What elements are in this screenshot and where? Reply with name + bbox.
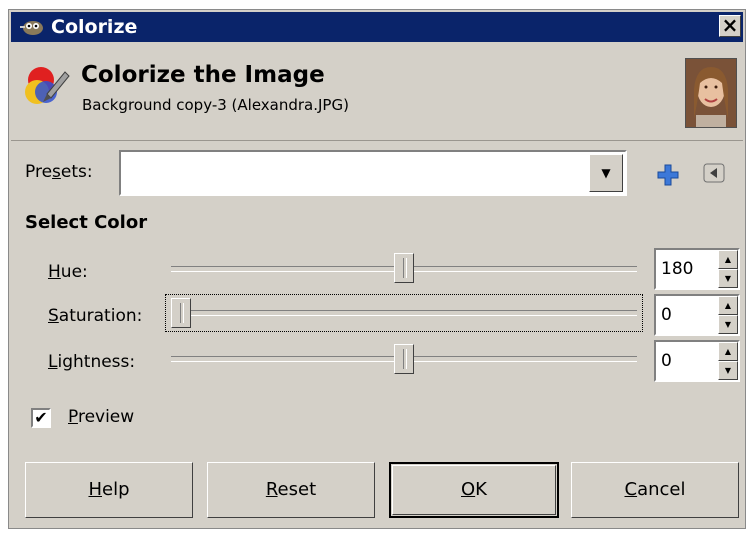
header-subtitle: Background copy-3 (Alexandra.JPG): [82, 96, 349, 114]
hue-value: 180: [661, 259, 694, 279]
cancel-button[interactable]: Cancel: [571, 462, 739, 518]
colorize-dialog: Colorize × Colorize the Image Background…: [8, 9, 746, 529]
reset-button[interactable]: Reset: [207, 462, 375, 518]
chevron-down-icon: ▼: [601, 166, 611, 180]
help-button[interactable]: Help: [25, 462, 193, 518]
presets-combobox[interactable]: ▼: [119, 150, 627, 196]
preview-label[interactable]: Preview: [68, 407, 134, 427]
lightness-slider-handle[interactable]: [394, 344, 414, 374]
lightness-value: 0: [661, 351, 672, 371]
checkmark-icon: ✔: [34, 408, 48, 427]
preview-checkbox[interactable]: ✔: [31, 408, 51, 428]
lightness-label: Lightness:: [48, 352, 136, 372]
dropdown-button[interactable]: ▼: [589, 154, 623, 192]
dialog-header: Colorize the Image Background copy-3 (Al…: [11, 42, 743, 141]
saturation-value: 0: [661, 305, 672, 325]
plus-icon[interactable]: [656, 163, 680, 187]
close-button[interactable]: ×: [719, 15, 741, 37]
saturation-slider-handle[interactable]: [171, 298, 191, 328]
hue-spinbox[interactable]: 180 ▲ ▼: [654, 248, 740, 290]
lightness-increment-button[interactable]: ▲: [718, 342, 738, 361]
presets-label: Presets:: [25, 162, 93, 182]
ok-button[interactable]: OK: [389, 462, 559, 518]
header-title: Colorize the Image: [81, 62, 325, 88]
window-title: Colorize: [51, 16, 138, 38]
hue-slider-handle[interactable]: [394, 253, 414, 283]
saturation-spinbox[interactable]: 0 ▲ ▼: [654, 294, 740, 336]
hue-increment-button[interactable]: ▲: [718, 250, 738, 269]
lightness-spinbox[interactable]: 0 ▲ ▼: [654, 340, 740, 382]
saturation-label: Saturation:: [48, 306, 143, 326]
select-color-heading: Select Color: [25, 212, 148, 233]
close-icon: ×: [721, 13, 739, 37]
menu-triangle-icon[interactable]: [703, 163, 725, 183]
saturation-increment-button[interactable]: ▲: [718, 296, 738, 315]
saturation-decrement-button[interactable]: ▼: [718, 315, 738, 334]
lightness-decrement-button[interactable]: ▼: [718, 361, 738, 380]
hue-label: Hue:: [48, 262, 88, 282]
saturation-slider-track[interactable]: [171, 310, 637, 316]
portrait-image: [686, 59, 736, 127]
title-bar[interactable]: Colorize ×: [11, 12, 743, 42]
colorize-icon: [25, 67, 70, 104]
hue-decrement-button[interactable]: ▼: [718, 269, 738, 288]
gimp-icon: [20, 21, 43, 35]
image-thumbnail: [685, 58, 737, 128]
